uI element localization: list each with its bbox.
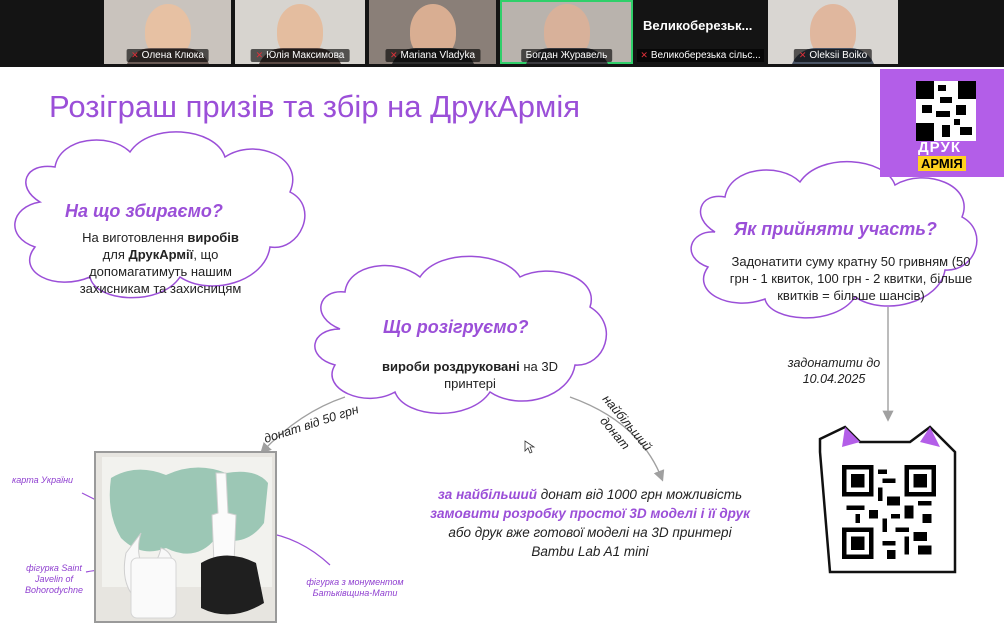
deadline-label: задонатити до 10.04.2025 bbox=[787, 356, 881, 386]
prize-description: за найбільший донат від 1000 грн можливі… bbox=[430, 487, 750, 559]
participant-tile[interactable]: Великоберезьк... ✕ Великоберезька сільс..… bbox=[637, 0, 764, 64]
slide-title: Розіграш призів та збір на ДрукАрмія bbox=[49, 89, 580, 124]
photo-label-map: карта України bbox=[12, 475, 74, 485]
prizes-photo bbox=[94, 451, 277, 623]
collect-text: На виготовлення виробів для ДрукАрмії, щ… bbox=[79, 230, 242, 296]
participant-name: Олена Клюка bbox=[141, 50, 204, 61]
participate-text: Задонатити суму кратну 50 гривням (50 гр… bbox=[729, 254, 973, 303]
participant-name: Oleksii Boiko bbox=[809, 50, 868, 61]
participant-display-name: Великоберезьк... bbox=[643, 18, 753, 33]
participant-tile[interactable]: ✕ Mariana Vladyka bbox=[369, 0, 496, 64]
participant-tile[interactable]: ✕ Олена Клюка bbox=[104, 0, 231, 64]
logo-text-druk: ДРУК bbox=[918, 139, 961, 156]
logo-qr-code bbox=[916, 81, 976, 141]
donation-qr-code[interactable] bbox=[842, 465, 936, 559]
participant-tile-active-speaker[interactable]: Богдан Журавель bbox=[500, 0, 633, 64]
muted-mic-icon: ✕ bbox=[640, 50, 648, 60]
shared-slide: Розіграш призів та збір на ДрукАрмія ДРУ… bbox=[0, 67, 1004, 634]
muted-mic-icon: ✕ bbox=[255, 50, 264, 60]
participant-bar: ✕ Олена Клюка ✕ Юлія Максимова ✕ Mariana Vl… bbox=[0, 0, 1004, 67]
muted-mic-icon: ✕ bbox=[389, 50, 398, 60]
photo-label-monument: фігурка з монументом Батьківщина-Мати bbox=[306, 577, 404, 598]
drukarmiya-logo: ДРУК АРМІЯ bbox=[880, 69, 1004, 177]
participate-heading: Як прийняти участь? bbox=[734, 219, 937, 239]
participant-name: Богдан Журавель bbox=[525, 50, 608, 61]
participant-name: Юлія Максимова bbox=[266, 50, 345, 61]
collect-heading: На що збираємо? bbox=[65, 201, 223, 221]
participant-name: Mariana Vladyka bbox=[400, 50, 476, 61]
participant-tile[interactable]: ✕ Oleksii Boiko bbox=[768, 0, 898, 64]
raffle-text: вироби роздруковані на 3D принтері bbox=[382, 359, 558, 391]
participant-tile[interactable]: ✕ Юлія Максимова bbox=[235, 0, 365, 64]
muted-mic-icon: ✕ bbox=[131, 50, 139, 60]
muted-mic-icon: ✕ bbox=[798, 50, 807, 60]
raffle-heading: Що розігруємо? bbox=[383, 317, 529, 337]
logo-text-armiya: АРМІЯ bbox=[918, 156, 966, 171]
participant-name: Великоберезька сільс... bbox=[650, 50, 761, 61]
photo-label-javelin: фігурка Saint Javelin of Bohorodychne bbox=[24, 563, 84, 595]
mouse-cursor-icon bbox=[524, 440, 536, 454]
